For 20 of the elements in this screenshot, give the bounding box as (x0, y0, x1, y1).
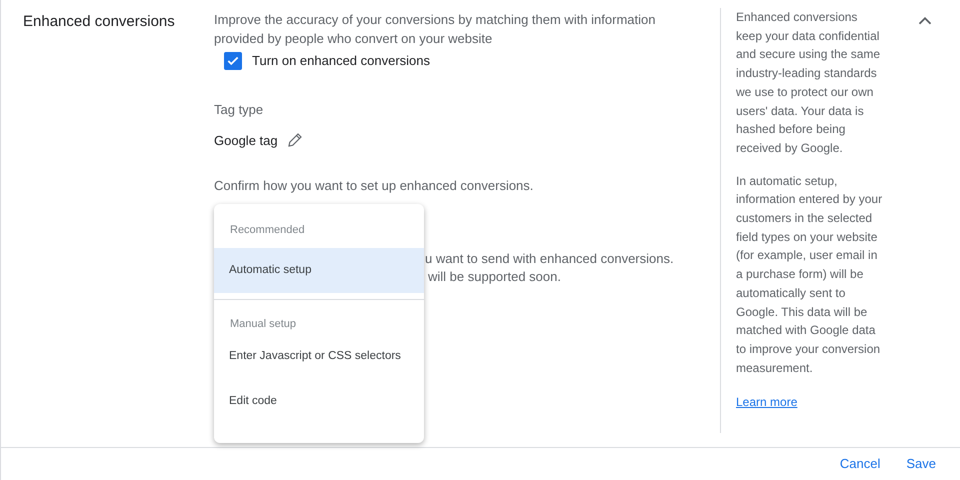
menu-section-header: Manual setup (230, 316, 296, 332)
menu-item[interactable]: Enter Javascript or CSS selectors (214, 334, 424, 379)
menu-section-header: Recommended (230, 222, 305, 238)
description-text: will be supported soon. (427, 268, 562, 286)
setup-prompt: Confirm how you want to set up enhanced conversions. (214, 178, 534, 193)
checkbox-label: Turn on enhanced conversions (252, 52, 430, 70)
menu-item[interactable]: Automatic setup (214, 248, 424, 293)
checkbox[interactable] (224, 52, 242, 70)
tag-type-label: Tag type (214, 102, 264, 116)
tag-type-value: Google tag (214, 132, 278, 150)
menu-item[interactable]: Edit code (214, 379, 424, 424)
section-title: Enhanced conversions (23, 13, 175, 30)
cancel-button[interactable]: Cancel (832, 452, 888, 476)
learn-more-link[interactable]: Learn more (736, 393, 886, 412)
help-text: Enhanced conversions keep your data confidential and secure using the same industry-leading standards we use to protect our own users' data. Your data is hashed before being received by Google. (736, 9, 882, 157)
save-button[interactable]: Save (898, 452, 944, 476)
description-text: u want to send with enhanced conversions. (425, 250, 675, 268)
edit-icon[interactable] (286, 131, 304, 150)
help-text: In automatic setup, information entered by your customers in the selected field types on your website (for example, user email in a purchase form) will be automatically sent to Google. This data will be matched with Google data to improve your conversion measurement. (736, 172, 884, 377)
description-text: Improve the accuracy of your conversions by matching them with information provided by people who convert on your website (214, 11, 656, 48)
